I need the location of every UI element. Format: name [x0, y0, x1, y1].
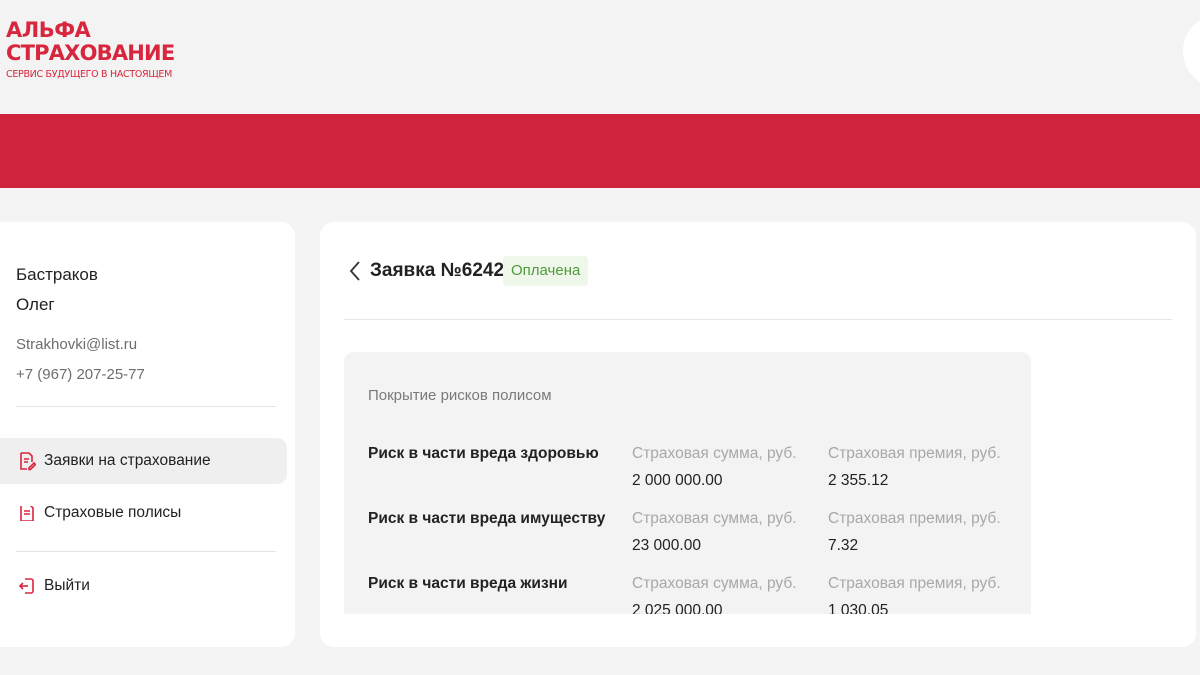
page-title: Заявка №6242 [370, 260, 505, 281]
user-phone: +7 (967) 207-25-77 [16, 366, 145, 383]
insurance-premium: Страховая премия, руб. 1 030.05 [828, 573, 1001, 614]
logo-tagline: СЕРВИС БУДУЩЕГО В НАСТОЯЩЕМ [6, 69, 173, 80]
insured-sum-label: Страховая сумма, руб. [632, 510, 797, 527]
insured-sum-value: 23 000.00 [632, 537, 701, 554]
logout-icon [18, 576, 36, 596]
sidebar-item-policies-clip: Страховые полисы [0, 506, 287, 521]
user-name: Бастраков Олег [16, 260, 98, 320]
document-icon [18, 506, 36, 521]
logout-label: Выйти [44, 577, 90, 594]
company-logo[interactable]: АЛЬФА СТРАХОВАНИЕ СЕРВИС БУДУЩЕГО В НАСТ… [6, 18, 175, 80]
insured-sum-value: 2 025 000.00 [632, 602, 723, 614]
insured-sum-value: 2 000 000.00 [632, 472, 723, 489]
insured-sum: Страховая сумма, руб. 2 025 000.00 [632, 573, 797, 614]
list-item: Риск в части вреда здоровью Страховая су… [344, 443, 1031, 508]
risk-name: Риск в части вреда имуществу [368, 510, 606, 527]
insurance-premium-value: 1 030.05 [828, 602, 889, 614]
risk-name: Риск в части вреда жизни [368, 575, 568, 592]
logo-line-1: АЛЬФА [6, 18, 91, 42]
list-item: Риск в части вреда имуществу Страховая с… [344, 508, 1031, 573]
brand-banner [0, 114, 1200, 188]
insured-sum: Страховая сумма, руб. 23 000.00 [632, 508, 797, 557]
insurance-premium-label: Страховая премия, руб. [828, 445, 1001, 462]
insurance-premium: Страховая премия, руб. 7.32 [828, 508, 1001, 557]
insured-sum-label: Страховая сумма, руб. [632, 445, 797, 462]
insurance-premium: Страховая премия, руб. 2 355.12 [828, 443, 1001, 492]
avatar[interactable] [1183, 14, 1200, 88]
sidebar-item-label: Заявки на страхование [44, 452, 211, 469]
sidebar-item-label: Страховые полисы [44, 506, 182, 521]
sidebar-item-applications[interactable]: Заявки на страхование [0, 438, 287, 484]
insurance-premium-label: Страховая премия, руб. [828, 575, 1001, 592]
chevron-left-icon[interactable] [348, 260, 362, 282]
user-last-name: Бастраков [16, 265, 98, 284]
user-contacts: Strakhovki@list.ru +7 (967) 207-25-77 [16, 330, 145, 390]
sidebar: Бастраков Олег Strakhovki@list.ru +7 (96… [0, 222, 295, 647]
document-edit-icon [18, 451, 36, 471]
user-email: Strakhovki@list.ru [16, 336, 138, 353]
logout-button[interactable]: Выйти [0, 563, 287, 609]
insurance-premium-label: Страховая премия, руб. [828, 510, 1001, 527]
sidebar-divider [16, 551, 276, 552]
sidebar-item-policies[interactable]: Страховые полисы [0, 506, 287, 521]
header-divider [344, 319, 1172, 320]
insured-sum: Страховая сумма, руб. 2 000 000.00 [632, 443, 797, 492]
logo-line-2: СТРАХОВАНИЕ [6, 41, 175, 65]
coverage-card: Покрытие рисков полисом Риск в части вре… [344, 352, 1031, 614]
insured-sum-label: Страховая сумма, руб. [632, 575, 797, 592]
insurance-premium-value: 7.32 [828, 537, 859, 554]
coverage-title: Покрытие рисков полисом [368, 387, 552, 404]
header: АЛЬФА СТРАХОВАНИЕ СЕРВИС БУДУЩЕГО В НАСТ… [0, 0, 1200, 114]
status-badge: Оплачена [503, 256, 589, 286]
insurance-premium-value: 2 355.12 [828, 472, 889, 489]
risk-name: Риск в части вреда здоровью [368, 445, 599, 462]
sidebar-divider [16, 406, 276, 407]
application-panel: Заявка №6242 Оплачена Покрытие рисков по… [320, 222, 1196, 647]
list-item: Риск в части вреда жизни Страховая сумма… [344, 573, 1031, 614]
user-first-name: Олег [16, 295, 55, 314]
